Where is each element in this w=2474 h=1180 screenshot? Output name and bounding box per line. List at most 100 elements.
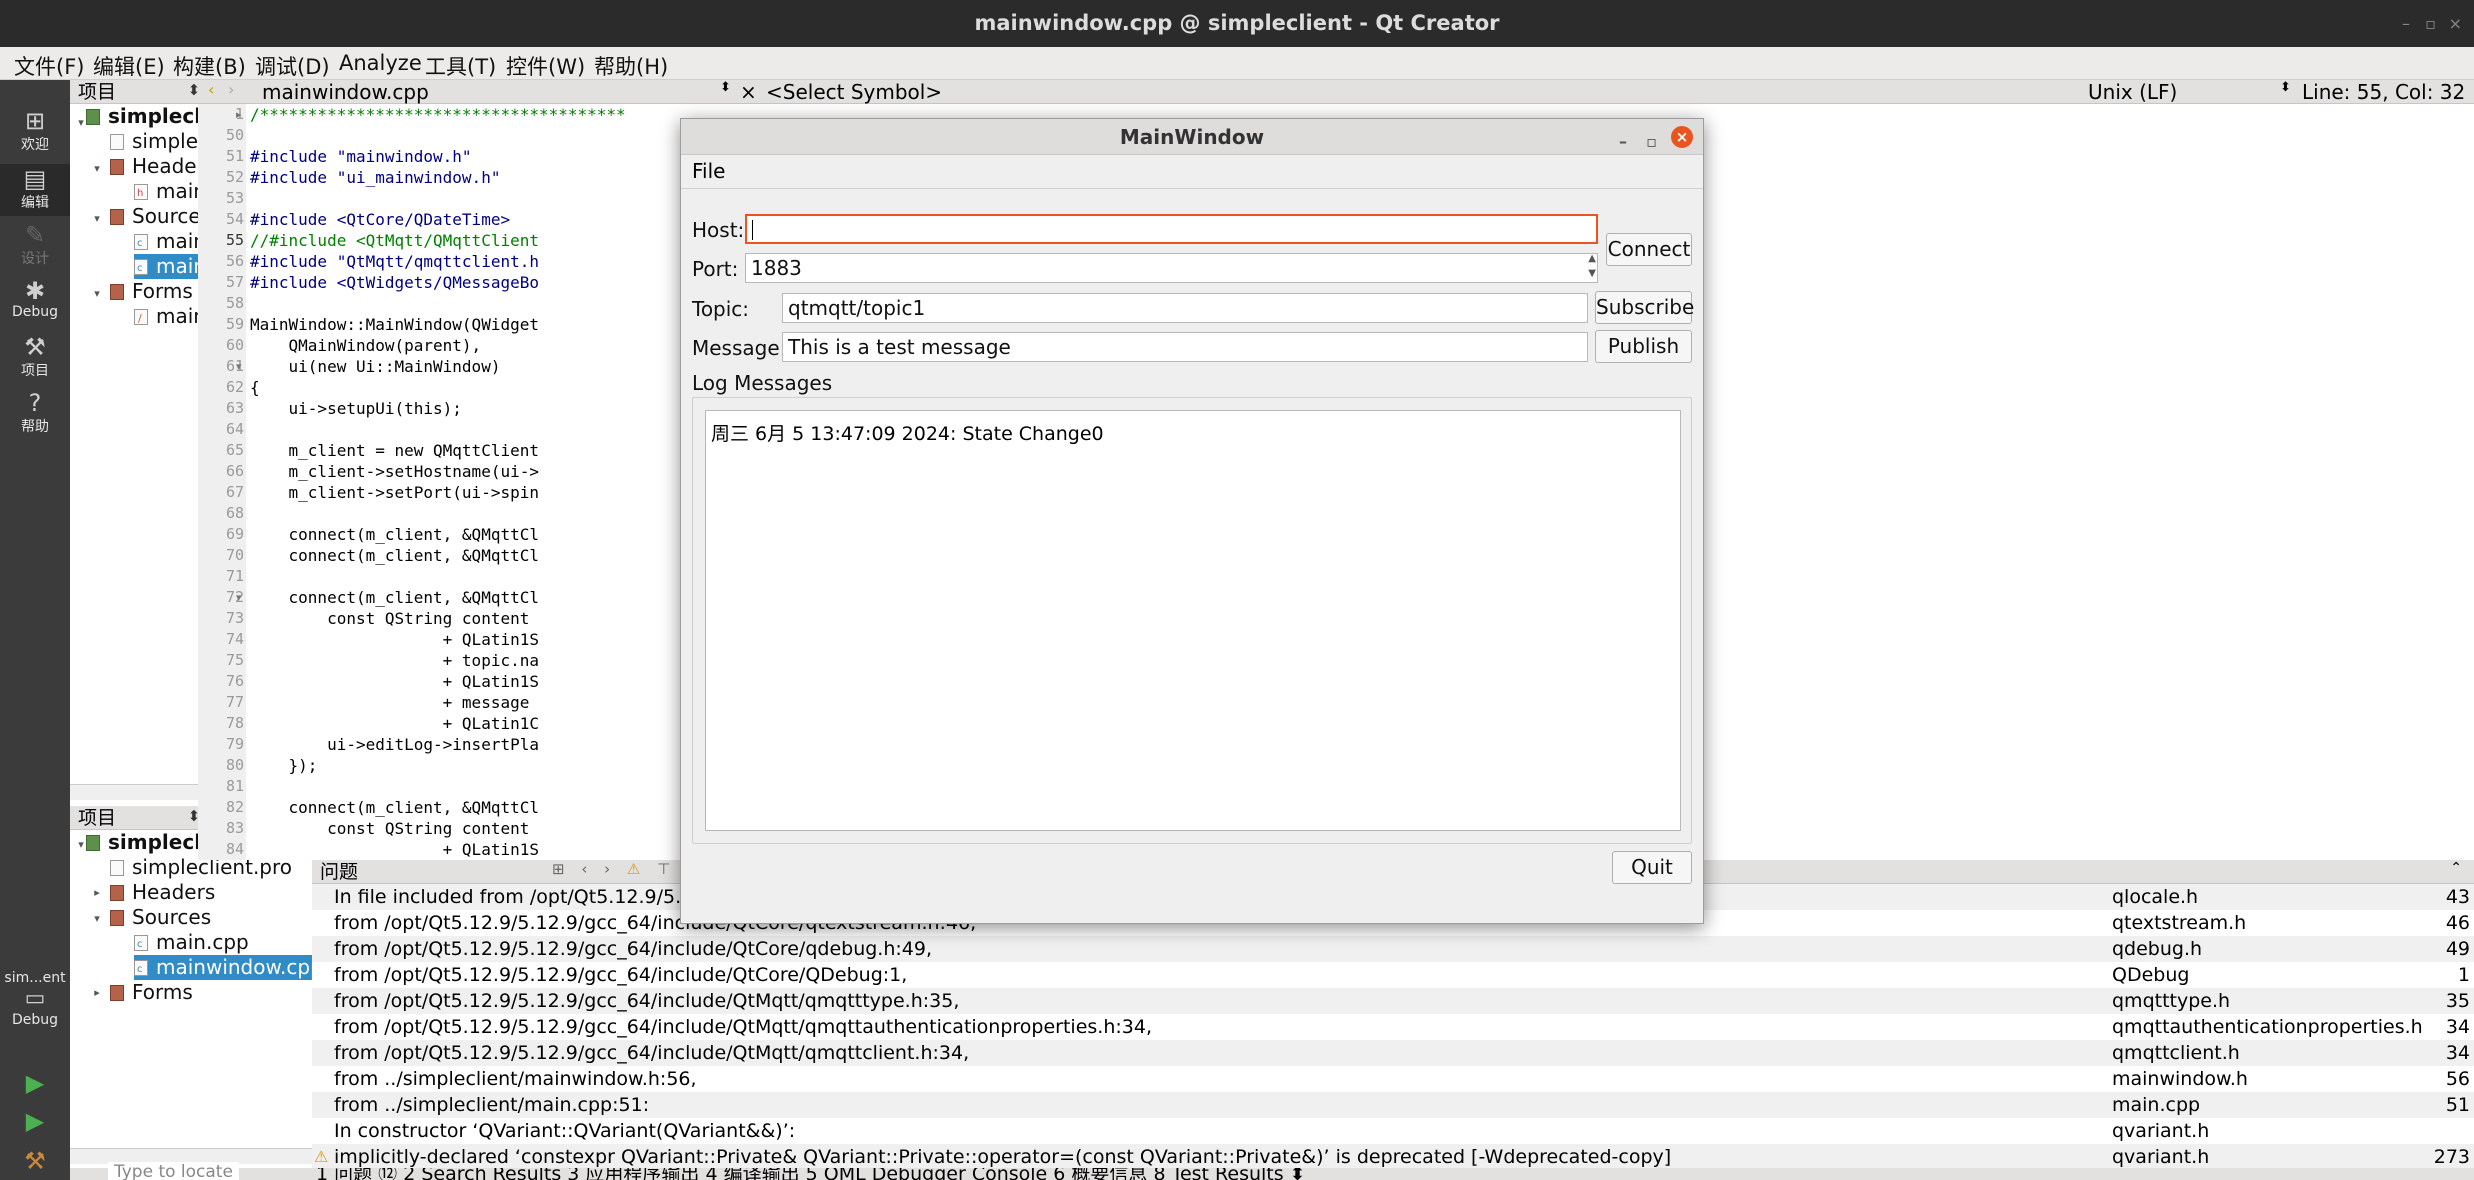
spin-down-icon[interactable]: ▼ xyxy=(1588,267,1596,281)
menu-file[interactable]: 文件(F) xyxy=(14,51,84,81)
issue-row[interactable]: from /opt/Qt5.12.9/5.12.9/gcc_64/include… xyxy=(312,1040,2474,1066)
locator-input[interactable]: Type to locate xyxy=(108,1162,239,1180)
log-textedit[interactable]: 周三 6月 5 13:47:09 2024: State Change0 xyxy=(705,410,1681,831)
port-spinbox[interactable]: 1883 ▲ ▼ xyxy=(745,253,1598,283)
code-line[interactable]: ui->editLog->insertPla xyxy=(250,735,539,754)
code-line[interactable]: m_client->setPort(ui->spin xyxy=(250,483,539,502)
code-line[interactable]: const QString content xyxy=(250,609,529,628)
projects-pane-title[interactable]: 项目 xyxy=(78,80,116,104)
code-line[interactable]: #include <QtWidgets/QMessageBo xyxy=(250,273,539,292)
close-file-icon[interactable]: × xyxy=(740,80,757,104)
tree-headers[interactable]: Headers xyxy=(110,880,215,905)
close-icon[interactable]: × xyxy=(1671,126,1693,148)
mqtt-menu-file[interactable]: File xyxy=(692,159,725,183)
host-input[interactable] xyxy=(745,214,1598,244)
code-line[interactable]: //#include <QtMqtt/QMqttClient xyxy=(250,231,539,250)
mode-design[interactable]: ✎ 设计 xyxy=(0,222,70,270)
code-line[interactable]: { xyxy=(250,378,260,397)
tree-sources[interactable]: Sources xyxy=(110,204,211,229)
debug-run-button[interactable]: ▶ xyxy=(0,1108,70,1144)
quit-button[interactable]: Quit xyxy=(1612,851,1692,884)
minimize-icon[interactable]: – xyxy=(2402,0,2410,47)
code-line[interactable]: + topic.na xyxy=(250,651,539,670)
tree-main-cpp[interactable]: main.cpp xyxy=(134,930,249,957)
code-line[interactable]: connect(m_client, &QMqttCl xyxy=(250,525,539,544)
fold-marker-icon[interactable]: ▾ xyxy=(236,591,242,604)
menu-edit[interactable]: 编辑(E) xyxy=(93,51,165,81)
fold-marker-icon[interactable]: ▸ xyxy=(236,108,242,121)
menu-analyze[interactable]: Analyze xyxy=(339,51,422,75)
issue-row[interactable]: from /opt/Qt5.12.9/5.12.9/gcc_64/include… xyxy=(312,988,2474,1014)
issue-row[interactable]: from /opt/Qt5.12.9/5.12.9/gcc_64/include… xyxy=(312,1014,2474,1040)
code-line[interactable]: m_client = new QMqttClient xyxy=(250,441,539,460)
maximize-icon[interactable]: ▫ xyxy=(2425,0,2436,47)
code-line[interactable]: ui(new Ui::MainWindow) xyxy=(250,357,501,376)
code-line[interactable]: /************************************** xyxy=(250,105,626,124)
message-input[interactable]: This is a test message xyxy=(782,332,1588,362)
issue-row[interactable]: from /opt/Qt5.12.9/5.12.9/gcc_64/include… xyxy=(312,962,2474,988)
menu-tools[interactable]: 工具(T) xyxy=(425,51,496,81)
code-line[interactable]: #include "ui_mainwindow.h" xyxy=(250,168,500,187)
output-tabs-label[interactable]: 1 问题 ⑫ 2 Search Results 3 应用程序输出 4 编译输出 … xyxy=(316,1168,1306,1180)
menu-build[interactable]: 构建(B) xyxy=(173,51,246,81)
issue-row[interactable]: from /opt/Qt5.12.9/5.12.9/gcc_64/include… xyxy=(312,936,2474,962)
expand-icon[interactable]: ▾ xyxy=(90,212,104,225)
maximize-pane-icon[interactable]: ⌃ xyxy=(2450,860,2462,876)
menu-help[interactable]: 帮助(H) xyxy=(594,51,668,81)
topic-input[interactable]: qtmqtt/topic1 xyxy=(782,293,1588,323)
line-ending-selector[interactable]: Unix (LF) xyxy=(2088,80,2177,104)
expand-icon[interactable]: ▾ xyxy=(90,287,104,300)
code-line[interactable]: MainWindow::MainWindow(QWidget xyxy=(250,315,539,334)
menu-controls[interactable]: 控件(W) xyxy=(506,51,585,81)
code-line[interactable]: m_client->setHostname(ui-> xyxy=(250,462,539,481)
projects-pane2-title[interactable]: 项目 xyxy=(78,806,116,830)
issues-toolbar[interactable]: ⊞ ‹ › ⚠ ⊤ xyxy=(552,860,676,878)
code-line[interactable]: + message xyxy=(250,693,530,712)
code-line[interactable]: + QLatin1S xyxy=(250,672,539,691)
forward-icon[interactable]: › xyxy=(228,80,234,99)
tree-sources[interactable]: Sources xyxy=(110,905,211,930)
code-line[interactable]: connect(m_client, &QMqttCl xyxy=(250,588,539,607)
code-line[interactable]: ui->setupUi(this); xyxy=(250,399,462,418)
mode-edit[interactable]: ▤ 编辑 xyxy=(0,164,70,216)
code-line[interactable]: QMainWindow(parent), xyxy=(250,336,482,355)
symbol-selector[interactable]: <Select Symbol> xyxy=(766,80,942,104)
code-line[interactable]: #include "QtMqtt/qmqttclient.h xyxy=(250,252,539,271)
issue-row[interactable]: ⚠ implicitly-declared ‘constexpr QVariant… xyxy=(312,1144,2474,1168)
expand-icon[interactable]: ▾ xyxy=(90,912,104,925)
code-line[interactable]: + QLatin1S xyxy=(250,840,539,859)
back-icon[interactable]: ‹ xyxy=(208,80,214,99)
tree-forms[interactable]: Forms xyxy=(110,279,193,304)
connect-button[interactable]: Connect xyxy=(1606,233,1692,266)
mqtt-window-titlebar[interactable]: MainWindow – ▫ × xyxy=(681,119,1703,155)
menu-debug[interactable]: 调试(D) xyxy=(255,51,330,81)
tree-mainwindow-cpp[interactable]: mainwindow.cpp xyxy=(134,955,323,982)
mode-help[interactable]: ? 帮助 xyxy=(0,390,70,438)
spin-up-icon[interactable]: ▲ xyxy=(1588,252,1596,266)
code-line[interactable]: const QString content xyxy=(250,819,529,838)
subscribe-button[interactable]: Subscribe xyxy=(1595,291,1694,324)
build-button[interactable]: ⚒ xyxy=(0,1148,70,1180)
collapse-icon[interactable]: ▸ xyxy=(90,986,104,999)
issue-row[interactable]: In constructor ‘QVariant::QVariant(QVari… xyxy=(312,1118,2474,1144)
issue-row[interactable]: from ../simpleclient/mainwindow.h:56, mai… xyxy=(312,1066,2474,1092)
code-line[interactable]: + QLatin1S xyxy=(250,630,539,649)
close-icon[interactable]: × xyxy=(2449,0,2462,47)
mode-projects[interactable]: ⚒ 项目 xyxy=(0,334,70,382)
code-line[interactable]: #include "mainwindow.h" xyxy=(250,147,472,166)
collapse-icon[interactable]: ▸ xyxy=(90,886,104,899)
editor-file-tab[interactable]: mainwindow.cpp xyxy=(262,80,429,104)
code-line[interactable]: connect(m_client, &QMqttCl xyxy=(250,798,539,817)
issue-row[interactable]: from ../simpleclient/main.cpp:51: main.cp… xyxy=(312,1092,2474,1118)
publish-button[interactable]: Publish xyxy=(1595,330,1692,363)
code-line[interactable]: #include <QtCore/QDateTime> xyxy=(250,210,510,229)
run-button[interactable]: ▶ xyxy=(0,1070,70,1106)
warning-filter-icon[interactable]: ⚠ xyxy=(627,860,646,878)
code-line[interactable]: connect(m_client, &QMqttCl xyxy=(250,546,539,565)
code-line[interactable]: }); xyxy=(250,756,318,775)
code-line[interactable]: + QLatin1C xyxy=(250,714,539,733)
expand-icon[interactable]: ▾ xyxy=(90,162,104,175)
file-dropdown-icon[interactable]: ⬍ xyxy=(720,80,731,95)
tree-forms[interactable]: Forms xyxy=(110,980,193,1005)
kit-selector[interactable]: sim...ent ▭ Debug xyxy=(0,970,70,1060)
